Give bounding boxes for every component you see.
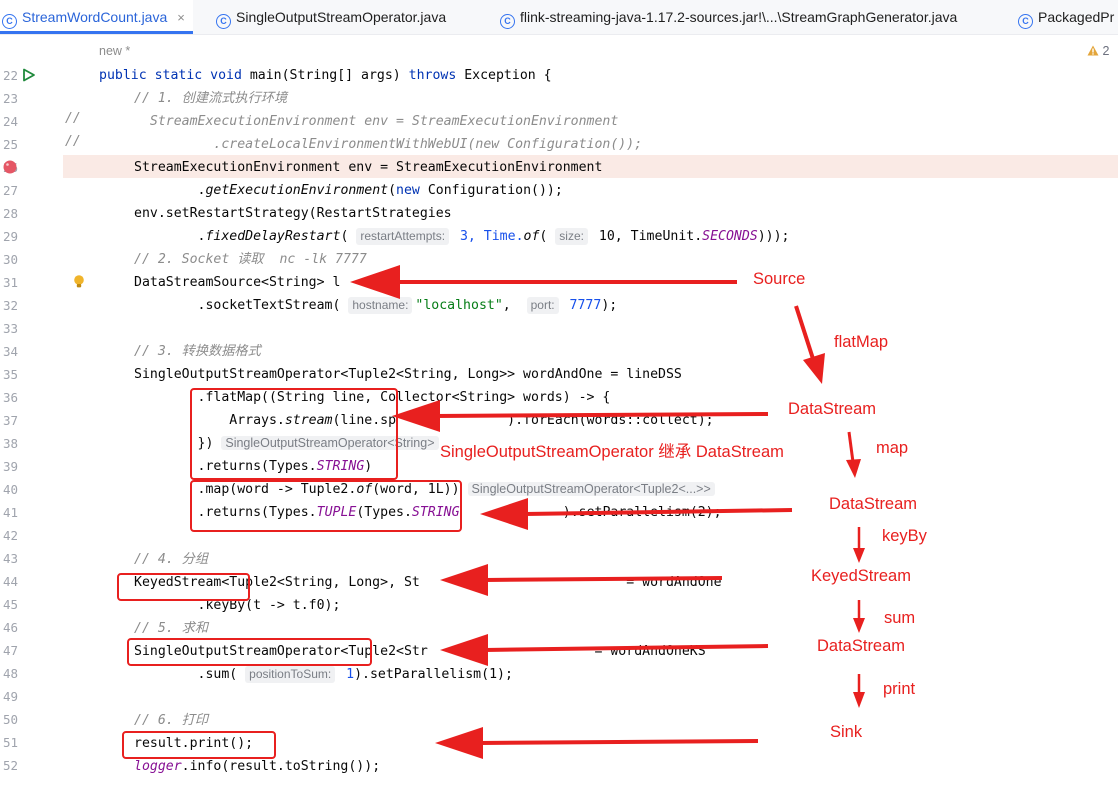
- arrowhead: [435, 727, 483, 759]
- arrow-map: [524, 508, 793, 516]
- arrowhead: [853, 618, 865, 633]
- arrowhead: [803, 353, 825, 384]
- arrowhead: [853, 692, 865, 708]
- arrowhead: [846, 459, 861, 478]
- annotation-keyedstream: KeyedStream: [811, 567, 911, 585]
- annotation-map: map: [876, 439, 909, 457]
- ide-window: C StreamWordCount.java × C SingleOutputStre…: [0, 0, 1118, 786]
- arrowhead: [440, 634, 488, 666]
- annotation-keyby: keyBy: [882, 527, 927, 545]
- arrowhead: [853, 548, 865, 563]
- annotation-datastream-3: DataStream: [817, 637, 906, 655]
- arrow-print: [479, 739, 759, 745]
- annotation-sink: Sink: [830, 723, 863, 741]
- annotation-sum: sum: [884, 609, 916, 627]
- annotation-flatmap: flatMap: [834, 333, 889, 351]
- annotation-datastream-2: DataStream: [829, 495, 918, 513]
- arrowhead: [392, 400, 440, 432]
- annotation-datastream-1: DataStream: [788, 400, 877, 418]
- arrowhead: [440, 564, 488, 596]
- arrowhead: [350, 265, 400, 299]
- arrow-down-map: [847, 431, 855, 463]
- arrowhead: [480, 498, 528, 530]
- arrow-keyby: [484, 576, 723, 582]
- arrow-sum: [484, 644, 769, 652]
- annotation-print: print: [883, 680, 916, 698]
- annotation-arrows: [350, 265, 865, 759]
- arrow-flatmap: [434, 412, 769, 418]
- arrow-down-flatmap: [794, 305, 817, 366]
- annotation-source: Source: [753, 270, 806, 288]
- annotation-inherit: SingleOutputStreamOperator 继承 DataStream: [440, 443, 784, 461]
